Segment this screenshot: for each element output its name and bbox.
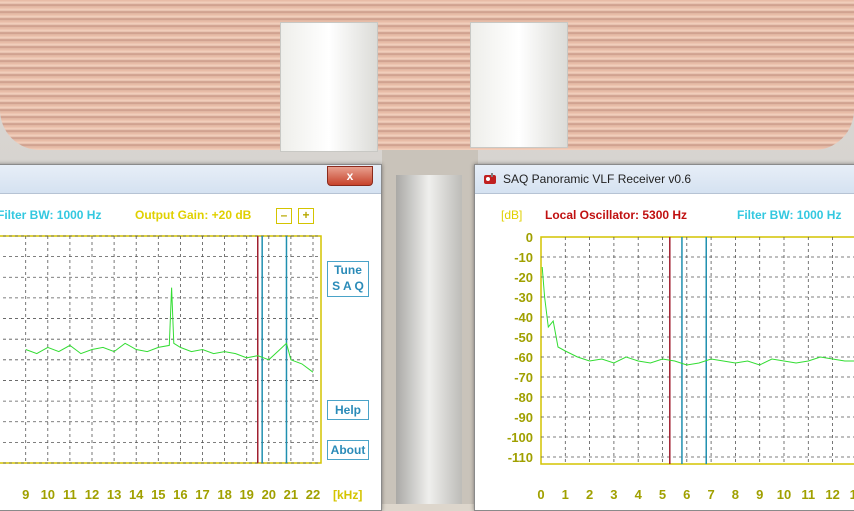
right-y-tick-label: -60 — [514, 350, 533, 365]
right-y-tick-label: -80 — [514, 390, 533, 405]
right-x-tick-label: 12 — [825, 487, 839, 502]
right-grid — [541, 237, 854, 464]
window-title: SAQ Panoramic VLF Receiver v0.6 — [503, 172, 692, 186]
tape-left — [280, 22, 378, 152]
left-x-tick-label: 9 — [22, 487, 29, 502]
left-x-tick-label: 14 — [129, 487, 144, 502]
right-markers — [669, 237, 707, 464]
right-x-tick-label: 3 — [610, 487, 617, 502]
left-x-tick-label: 21 — [284, 487, 298, 502]
right-y-tick-label: -30 — [514, 290, 533, 305]
right-titlebar[interactable]: SAQ Panoramic VLF Receiver v0.6 — [475, 165, 854, 194]
right-x-tick-label: 7 — [707, 487, 714, 502]
left-titlebar[interactable]: x — [0, 165, 381, 194]
left-x-tick-label: 11 — [63, 487, 77, 502]
left-x-ticks: 9 10 11 12 13 14 15 16 17 18 19 20 21 22 — [22, 487, 320, 502]
right-y-tick-label: -20 — [514, 270, 533, 285]
right-x-tick-label: 1 — [562, 487, 569, 502]
right-x-tick-label: 4 — [635, 487, 643, 502]
left-x-tick-label: 18 — [217, 487, 231, 502]
right-x-tick-label: 9 — [756, 487, 763, 502]
tape-right — [470, 22, 568, 148]
right-x-tick-label: 5 — [659, 487, 666, 502]
right-receiver-window: SAQ Panoramic VLF Receiver v0.6 [dB] Loc… — [474, 164, 854, 511]
left-spectrum-plot: 9 10 11 12 13 14 15 16 17 18 19 20 21 22 [kHz] — [0, 235, 362, 502]
left-x-tick-label: 13 — [107, 487, 121, 502]
right-spectrum-plot: 0-10-20-30-40-50-60-70-80-90-100-110 012… — [507, 230, 854, 502]
right-content: [dB] Local Oscillator: 5300 Hz Filter BW… — [475, 194, 854, 510]
left-close-button[interactable]: x — [327, 166, 373, 186]
right-x-tick-label: 0 — [537, 487, 544, 502]
right-y-tick-label: -110 — [508, 450, 533, 465]
right-x-tick-label: 2 — [586, 487, 593, 502]
right-y-tick-label: -90 — [514, 410, 533, 425]
left-x-tick-label: 17 — [195, 487, 209, 502]
right-y-tick-label: -10 — [514, 250, 533, 265]
right-y-tick-label: -100 — [507, 430, 533, 445]
left-x-tick-label: 16 — [173, 487, 187, 502]
right-y-tick-label: 0 — [526, 230, 533, 245]
left-x-tick-label: 10 — [41, 487, 55, 502]
right-x-tick-label: 6 — [683, 487, 690, 502]
left-x-tick-label: 22 — [306, 487, 320, 502]
right-x-tick-label: 13 — [850, 487, 854, 502]
left-markers — [257, 236, 288, 463]
right-y-ticks: 0 -10 -20 -30 -40 -50 -60 -70 -80 -90 -100 -110 — [507, 230, 533, 465]
right-x-tick-label: 11 — [801, 487, 815, 502]
left-grid — [0, 235, 321, 464]
left-x-tick-label: 12 — [85, 487, 99, 502]
cable-bundle — [0, 0, 854, 150]
right-x-tick-label: 10 — [777, 487, 791, 502]
left-x-tick-label: 15 — [151, 487, 165, 502]
right-x-tick-label: 8 — [732, 487, 739, 502]
right-plot-frame — [540, 236, 854, 465]
left-x-tick-label: 19 — [239, 487, 253, 502]
right-y-tick-label: -50 — [514, 330, 533, 345]
right-y-tick-label: -70 — [514, 370, 533, 385]
cable-stem — [396, 175, 462, 504]
right-trace — [541, 266, 854, 366]
right-y-tick-label: -40 — [514, 310, 533, 325]
left-x-tick-label: 20 — [262, 487, 276, 502]
right-x-ticks: 012345678910111213 — [537, 487, 854, 502]
left-x-unit: [kHz] — [333, 488, 362, 502]
left-receiver-window: x Filter BW: 1000 Hz Output Gain: +20 dB… — [0, 164, 382, 511]
app-icon — [484, 173, 496, 184]
left-content: Filter BW: 1000 Hz Output Gain: +20 dB –… — [0, 194, 381, 510]
